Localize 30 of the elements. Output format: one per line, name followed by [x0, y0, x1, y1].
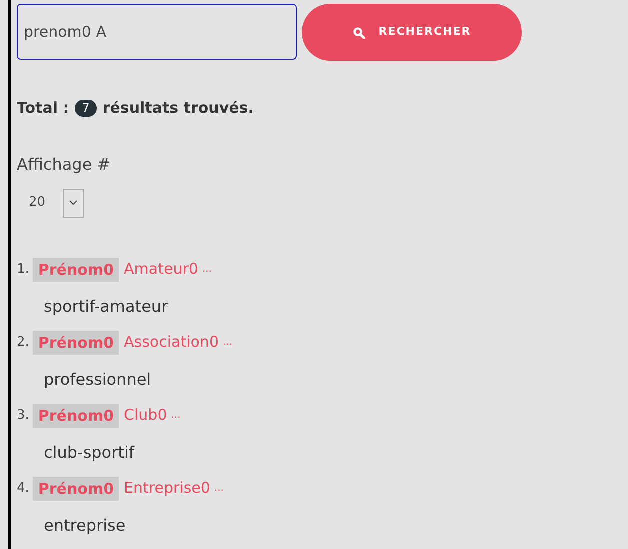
search-icon	[352, 26, 365, 38]
ellipsis: ...	[202, 263, 212, 277]
result-link[interactable]: Amateur0	[124, 258, 198, 281]
result-number: 3.	[17, 406, 30, 425]
page-size-value: 20	[29, 194, 47, 212]
name-tag: Prénom0	[33, 258, 120, 282]
result-category: professionnel	[44, 368, 152, 390]
chevron-down-icon	[69, 200, 78, 206]
count-badge: 7	[75, 100, 97, 117]
result-link[interactable]: Club0	[124, 404, 168, 427]
result-category: club-sportif	[44, 442, 136, 464]
result-number: 1.	[17, 260, 30, 279]
search-button[interactable]: RECHERCHER	[302, 4, 522, 61]
result-link[interactable]: Association0	[124, 331, 219, 354]
ellipsis: ...	[171, 409, 181, 423]
result-category: sportif-amateur	[44, 296, 170, 318]
search-field[interactable]: prenom0 A	[17, 4, 297, 60]
page-size-dropdown[interactable]	[63, 188, 84, 218]
name-tag: Prénom0	[33, 476, 120, 500]
total-label: Total :	[17, 98, 70, 119]
name-tag: Prénom0	[33, 404, 120, 428]
result-number: 2.	[17, 334, 30, 352]
name-tag: Prénom0	[33, 330, 120, 354]
result-link[interactable]: Entreprise0	[124, 477, 210, 500]
display-label: Affichage #	[17, 154, 112, 176]
result-number: 4.	[17, 480, 30, 498]
ellipsis: ...	[214, 482, 224, 496]
result-category: entreprise	[44, 514, 127, 536]
ellipsis: ...	[222, 336, 233, 350]
results-found-text: résultats trouvés.	[102, 98, 254, 119]
